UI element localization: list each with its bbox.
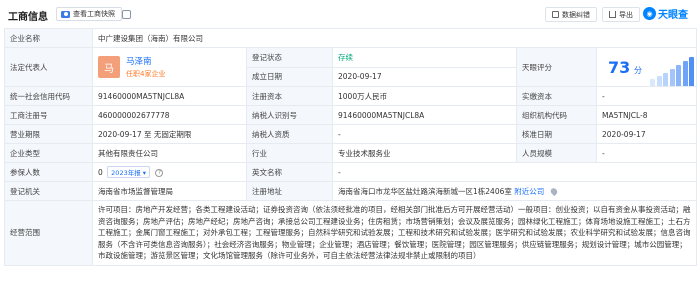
reg-address-label: 注册地址 (246, 181, 333, 201)
avatar[interactable]: 马 (98, 56, 120, 78)
staff-size-label: 人员规模 (516, 143, 597, 163)
tianyancha-logo-icon: ◉ (643, 7, 656, 20)
scope-label: 经营范围 (4, 200, 93, 266)
approve-date-label: 核准日期 (516, 124, 597, 144)
brand-name: 天眼查 (658, 10, 688, 21)
legal-rep-companies-link[interactable]: 任职4家企业 (126, 69, 165, 79)
score-bars-graphic (650, 51, 696, 86)
year-report-dropdown[interactable]: 2023年报 ▾ (107, 166, 151, 178)
reg-authority-label: 登记机关 (4, 181, 93, 201)
reg-address-cell: 海南省海口市龙华区盐灶路滨海新城一区1栋2406室 附近公司 (331, 181, 698, 201)
taxpayer-qual-value: - (332, 124, 517, 144)
table-row: 法定代表人 马 马泽南 任职4家企业 登记状态 存续 天眼评分 73 分 (4, 47, 698, 87)
legal-rep-label: 法定代表人 (4, 47, 93, 87)
reg-authority-value: 海南省市场监督管理局 (92, 181, 247, 201)
export-label: 导出 (619, 10, 633, 19)
tianyan-score-cell[interactable]: 73 分 (595, 47, 698, 87)
year-report-label: 2023年报 (111, 169, 141, 177)
insured-cell: 0 2023年报 ▾ ? (92, 162, 247, 182)
found-date-value: 2020-09-17 (332, 66, 517, 87)
export-icon (609, 11, 616, 18)
tianyan-score-label: 天眼评分 (516, 47, 597, 87)
export-button[interactable]: 导出 (602, 7, 640, 22)
help-icon[interactable]: ? (155, 169, 164, 177)
score-bar (650, 79, 655, 86)
industry-label: 行业 (246, 143, 333, 163)
term-label: 营业期限 (4, 124, 93, 144)
paid-capital-label: 实缴资本 (516, 86, 597, 106)
approve-date-value: 2020-09-17 (595, 124, 698, 144)
view-snapshot-label: 查看工商快照 (73, 10, 115, 18)
data-error-button[interactable]: 数据纠错 (545, 7, 597, 22)
credit-code-value: 91460000MA5TNJCL8A (92, 86, 247, 106)
score-bar (656, 76, 662, 86)
reg-capital-value: 1000万人民币 (332, 86, 517, 106)
reg-status-value: 存续 (332, 47, 517, 68)
company-type-value: 其他有限责任公司 (92, 143, 247, 163)
tianyan-score-value: 73 (608, 58, 631, 77)
table-row: 企业名称 中广建设集团（海南）有限公司 (4, 28, 698, 48)
en-name-value: - (331, 162, 698, 182)
score-bar (689, 57, 694, 86)
table-row: 企业类型 其他有限责任公司 行业 专业技术服务业 人员规模 - (4, 143, 698, 163)
edit-icon (552, 11, 559, 18)
copy-icon[interactable] (122, 10, 131, 19)
reg-capital-label: 注册资本 (246, 86, 333, 106)
score-bar (669, 69, 675, 86)
map-pin-icon[interactable] (549, 186, 559, 197)
org-code-value: MA5TNJCL-8 (595, 105, 698, 125)
score-bar (695, 53, 696, 86)
org-code-label: 组织机构代码 (516, 105, 597, 125)
industry-value: 专业技术服务业 (332, 143, 517, 163)
reg-status-label: 登记状态 (246, 47, 333, 68)
scope-value: 许可项目：房地产开发经营；各类工程建设活动；证券投资咨询（依法须经批准的项目，经… (91, 200, 698, 266)
term-value: 2020-09-17 至 无固定期限 (92, 124, 247, 144)
paid-capital-value: - (595, 86, 698, 106)
reg-address-value: 海南省海口市龙华区盐灶路滨海新城一区1栋2406室 (338, 186, 512, 196)
legal-rep-name-link[interactable]: 马泽南 (126, 55, 165, 67)
company-name-value: 中广建设集团（海南）有限公司 (91, 28, 698, 48)
table-row: 经营范围 许可项目：房地产开发经营；各类工程建设活动；证券投资咨询（依法须经批准… (4, 200, 698, 266)
company-name-label: 企业名称 (4, 28, 93, 48)
staff-size-value: - (595, 143, 698, 163)
tianyan-score-unit: 分 (634, 66, 642, 75)
camera-icon (61, 10, 70, 18)
score-bar (676, 65, 681, 86)
brand-logo[interactable]: ◉ 天眼查 (643, 6, 688, 21)
insured-label: 参保人数 (4, 162, 93, 182)
insured-value: 0 (98, 168, 103, 177)
view-snapshot-button[interactable]: 查看工商快照 (56, 7, 122, 21)
table-row: 营业期限 2020-09-17 至 无固定期限 纳税人资质 - 核准日期 202… (4, 124, 698, 144)
legal-rep-cell: 马 马泽南 任职4家企业 (92, 47, 247, 87)
table-row: 登记机关 海南省市场监督管理局 注册地址 海南省海口市龙华区盐灶路滨海新城一区1… (4, 181, 698, 201)
reg-number-value: 460000002677778 (92, 105, 247, 125)
credit-code-label: 统一社会信用代码 (4, 86, 93, 106)
score-bar (682, 61, 688, 86)
en-name-label: 英文名称 (246, 162, 333, 182)
company-type-label: 企业类型 (4, 143, 93, 163)
taxpayer-qual-label: 纳税人资质 (246, 124, 333, 144)
business-info-table: 企业名称 中广建设集团（海南）有限公司 法定代表人 马 马泽南 任职4家企业 登… (4, 28, 698, 266)
section-header: 工商信息 查看工商快照 数据纠错 导出 ◉ 天眼查 (0, 0, 700, 28)
table-row: 参保人数 0 2023年报 ▾ ? 英文名称 - (4, 162, 698, 182)
tax-id-label: 纳税人识别号 (246, 105, 333, 125)
score-bar (663, 73, 668, 86)
table-row: 工商注册号 460000002677778 纳税人识别号 91460000MA5… (4, 105, 698, 125)
data-error-label: 数据纠错 (562, 10, 590, 19)
section-title: 工商信息 (8, 12, 48, 23)
found-date-label: 成立日期 (246, 66, 333, 87)
tax-id-value: 91460000MA5TNJCL8A (332, 105, 517, 125)
reg-number-label: 工商注册号 (4, 105, 93, 125)
table-row: 统一社会信用代码 91460000MA5TNJCL8A 注册资本 1000万人民… (4, 86, 698, 106)
nearby-companies-link[interactable]: 附近公司 (514, 187, 544, 196)
